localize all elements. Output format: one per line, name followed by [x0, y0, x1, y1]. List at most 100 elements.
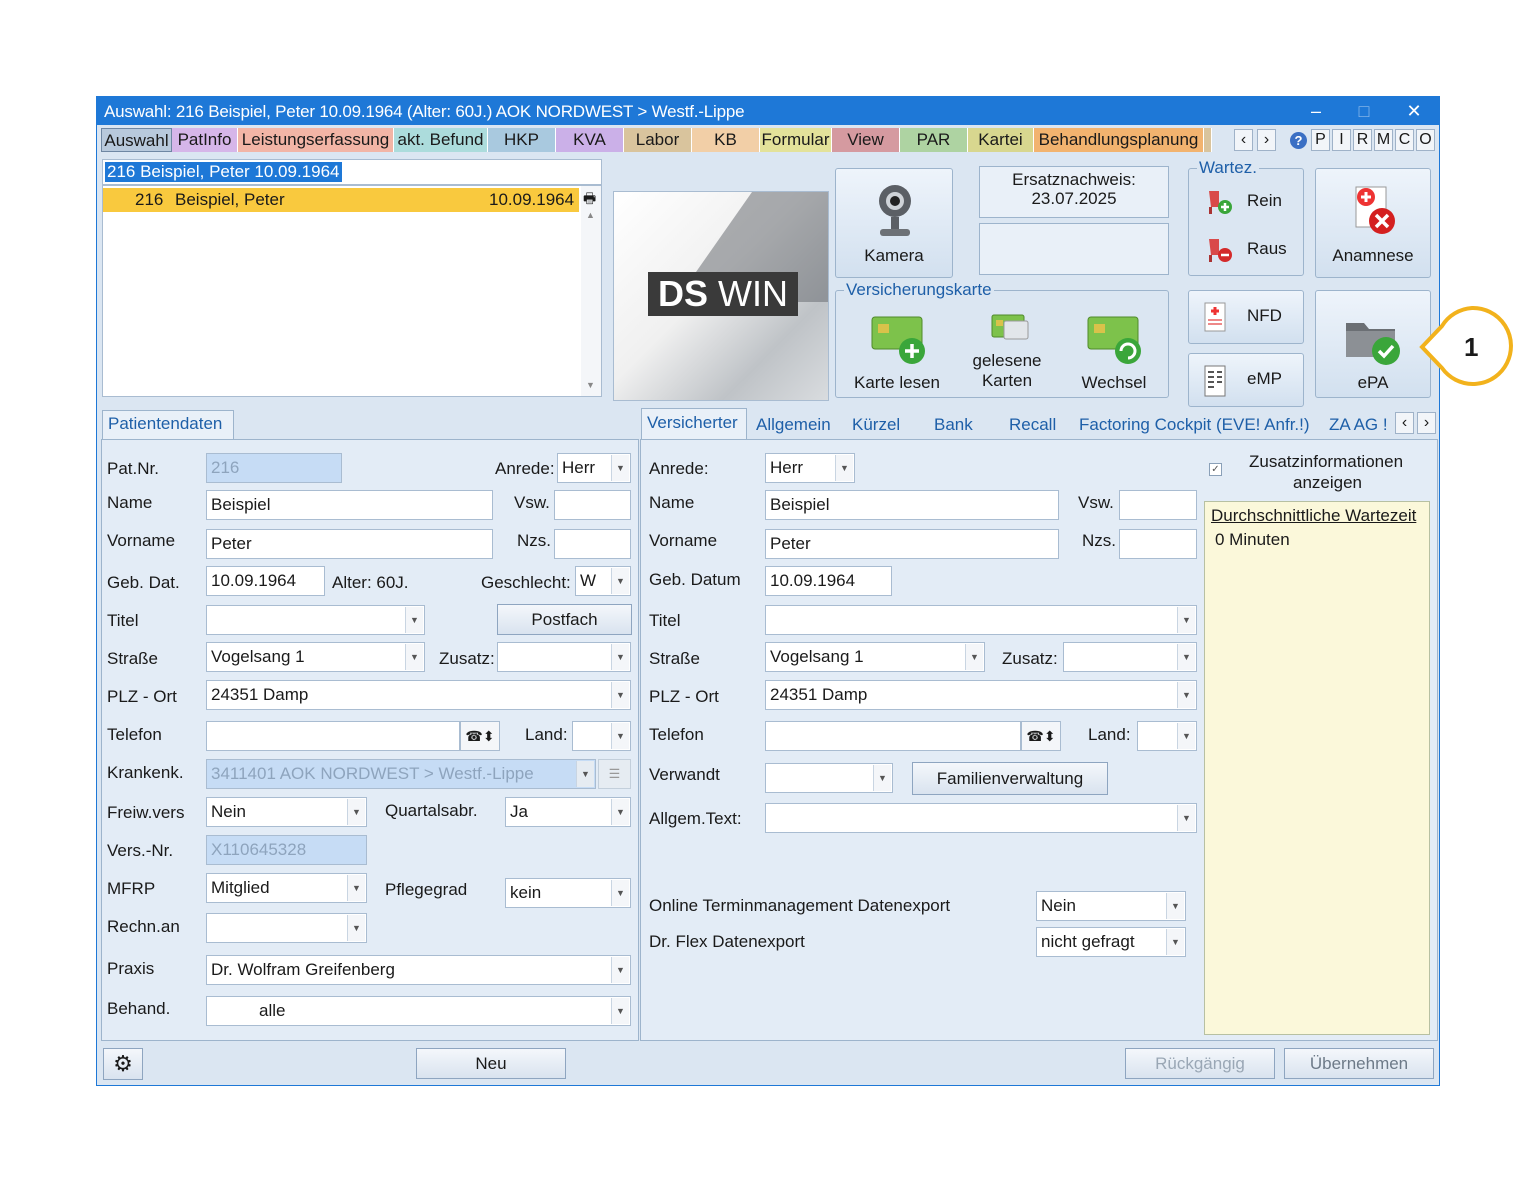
allgem-text-select[interactable]: ▼: [765, 803, 1197, 833]
list-scrollbar[interactable]: 🖶 ▲ ▼: [581, 186, 601, 396]
postfach-button[interactable]: Postfach: [497, 604, 632, 635]
name-field[interactable]: Beispiel: [206, 490, 493, 520]
quick-button-p[interactable]: P: [1311, 129, 1330, 151]
geb-field[interactable]: 10.09.1964: [206, 566, 325, 596]
r-vorname-field[interactable]: Peter: [765, 529, 1059, 559]
r-strasse-select[interactable]: Vogelsang 1 ▼: [765, 642, 985, 672]
tab-kartei[interactable]: Kartei: [968, 128, 1034, 152]
tab-behandlungsplanung[interactable]: Behandlungsplanung: [1034, 128, 1204, 152]
tab-factoring-cockpit[interactable]: Factoring Cockpit (EVE! Anfr.!): [1079, 415, 1310, 435]
titel-select[interactable]: ▼: [206, 605, 425, 635]
tab-view[interactable]: View: [832, 128, 900, 152]
rechn-select[interactable]: ▼: [206, 913, 367, 943]
rein-button[interactable]: Rein: [1203, 187, 1299, 217]
close-button[interactable]: ✕: [1399, 99, 1429, 123]
drflex-export-select[interactable]: nicht gefragt ▼: [1036, 927, 1186, 957]
tab-bank[interactable]: Bank: [934, 415, 973, 435]
tab-hkp[interactable]: HKP: [488, 128, 556, 152]
r-geb-field[interactable]: 10.09.1964: [765, 566, 892, 596]
phone-dial-icon[interactable]: ☎⬍: [460, 721, 500, 751]
printer-icon[interactable]: 🖶: [583, 188, 596, 212]
plz-label: PLZ - Ort: [107, 687, 177, 706]
maximize-button[interactable]: □: [1349, 99, 1379, 123]
tab-kuerzel[interactable]: Kürzel: [852, 415, 900, 435]
tab-recall[interactable]: Recall: [1009, 415, 1056, 435]
neu-button[interactable]: Neu: [416, 1048, 566, 1079]
tab-scroll-right-icon[interactable]: ›: [1257, 129, 1276, 151]
land-select[interactable]: ▼: [572, 721, 631, 751]
rueckgaengig-button[interactable]: Rückgängig: [1125, 1048, 1275, 1079]
help-icon[interactable]: ?: [1290, 132, 1307, 149]
tab-par[interactable]: PAR: [900, 128, 968, 152]
r-anrede-select[interactable]: Herr ▼: [765, 453, 855, 483]
r-geb-label: Geb. Datum: [649, 570, 741, 589]
list-item[interactable]: 216 Beispiel, Peter 10.09.1964: [103, 188, 579, 212]
tab-patinfo[interactable]: PatInfo: [172, 128, 238, 152]
quick-button-o[interactable]: O: [1416, 129, 1435, 151]
vorname-field[interactable]: Peter: [206, 529, 493, 559]
freiw-select[interactable]: Nein ▼: [206, 797, 367, 827]
scroll-down-icon[interactable]: ▼: [586, 380, 595, 390]
wechsel-button[interactable]: Wechsel: [1062, 307, 1166, 395]
tab-labor[interactable]: Labor: [624, 128, 692, 152]
quick-button-m[interactable]: M: [1374, 129, 1393, 151]
plz-ort-select[interactable]: 24351 Damp ▼: [206, 680, 631, 710]
tab-akt-befund[interactable]: akt. Befund: [394, 128, 488, 152]
tab-allgemein[interactable]: Allgemein: [756, 415, 831, 435]
r-vsw-field[interactable]: [1119, 490, 1197, 520]
r-plz-ort-select[interactable]: 24351 Damp ▼: [765, 680, 1197, 710]
r-land-select[interactable]: ▼: [1137, 721, 1197, 751]
quartal-select[interactable]: Ja ▼: [505, 797, 631, 827]
zusatzinfo-checkbox[interactable]: ✓: [1209, 463, 1222, 476]
geschlecht-select[interactable]: W ▼: [575, 566, 631, 596]
praxis-select[interactable]: Dr. Wolfram Greifenberg ▼: [206, 955, 631, 985]
behand-select[interactable]: alle ▼: [206, 996, 631, 1026]
raus-button[interactable]: Raus: [1203, 235, 1299, 265]
kamera-button[interactable]: Kamera: [835, 168, 953, 278]
familienverwaltung-button[interactable]: Familienverwaltung: [912, 762, 1108, 795]
tab-kva[interactable]: KVA: [556, 128, 624, 152]
uebernehmen-button[interactable]: Übernehmen: [1284, 1048, 1434, 1079]
quick-button-i[interactable]: I: [1332, 129, 1351, 151]
r-telefon-field[interactable]: [765, 721, 1021, 751]
subtab-scroll-left-icon[interactable]: ‹: [1395, 412, 1414, 434]
epa-button[interactable]: ePA: [1315, 290, 1431, 398]
patient-search-input[interactable]: 216 Beispiel, Peter 10.09.1964: [102, 159, 602, 185]
anamnese-button[interactable]: Anamnese: [1315, 168, 1431, 278]
online-export-select[interactable]: Nein ▼: [1036, 891, 1186, 921]
r-titel-select[interactable]: ▼: [765, 605, 1197, 635]
gear-icon[interactable]: ⚙: [103, 1048, 143, 1080]
strasse-select[interactable]: Vogelsang 1 ▼: [206, 642, 425, 672]
karte-lesen-button[interactable]: Karte lesen: [842, 307, 952, 395]
mfrp-select[interactable]: Mitglied ▼: [206, 873, 367, 903]
tab-za-ag[interactable]: ZA AG !: [1329, 415, 1391, 435]
pflegegrad-select[interactable]: kein ▼: [505, 878, 631, 908]
tab-formular[interactable]: Formular: [760, 128, 832, 152]
tab-patientendaten[interactable]: Patientendaten: [102, 410, 234, 440]
krankenkasse-list-icon[interactable]: ☰: [598, 759, 631, 789]
emp-button[interactable]: eMP: [1188, 353, 1304, 407]
tab-leistungserfassung[interactable]: Leistungserfassung: [238, 128, 394, 152]
telefon-field[interactable]: [206, 721, 460, 751]
r-phone-dial-icon[interactable]: ☎⬍: [1021, 721, 1061, 751]
vsw-field[interactable]: [554, 490, 631, 520]
emp-label: eMP: [1247, 369, 1282, 388]
nfd-button[interactable]: NFD: [1188, 290, 1304, 344]
tab-versicherter[interactable]: Versicherter: [641, 408, 747, 440]
scroll-up-icon[interactable]: ▲: [586, 210, 595, 220]
r-nzs-field[interactable]: [1119, 529, 1197, 559]
subtab-scroll-right-icon[interactable]: ›: [1417, 412, 1436, 434]
anrede-select[interactable]: Herr ▼: [557, 453, 631, 483]
gelesene-karten-button[interactable]: gelesene Karten: [954, 307, 1060, 395]
nzs-field[interactable]: [554, 529, 631, 559]
tab-kb[interactable]: KB: [692, 128, 760, 152]
tab-scroll-left-icon[interactable]: ‹: [1234, 129, 1253, 151]
tab-auswahl[interactable]: Auswahl: [101, 128, 172, 152]
r-zusatz-select[interactable]: ▼: [1063, 642, 1197, 672]
minimize-button[interactable]: –: [1301, 99, 1331, 123]
verwandt-select[interactable]: ▼: [765, 763, 893, 793]
zusatz-select[interactable]: ▼: [497, 642, 631, 672]
quick-button-r[interactable]: R: [1353, 129, 1372, 151]
r-name-field[interactable]: Beispiel: [765, 490, 1059, 520]
quick-button-c[interactable]: C: [1395, 129, 1414, 151]
